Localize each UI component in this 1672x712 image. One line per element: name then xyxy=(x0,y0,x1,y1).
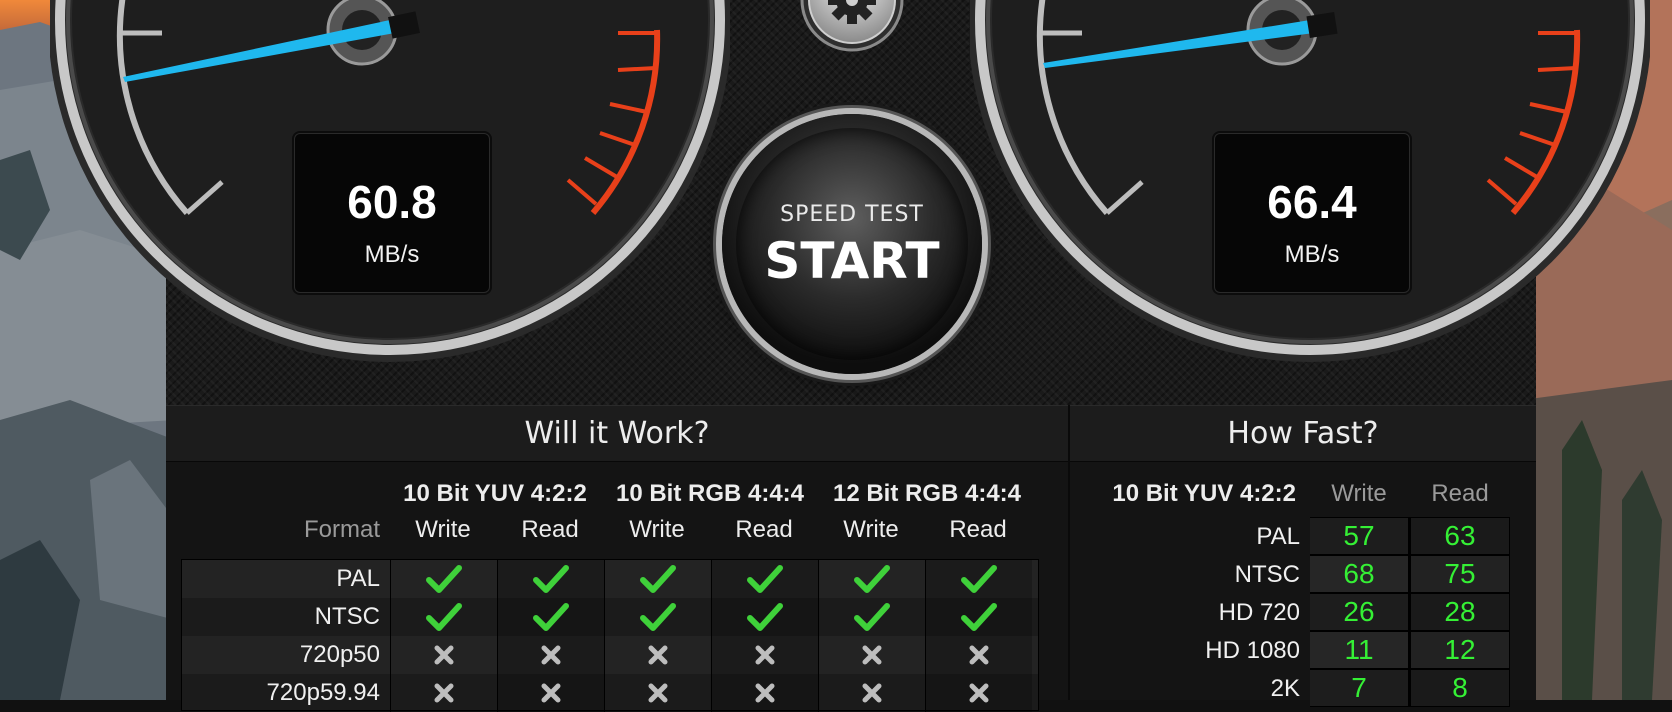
table-row: 720p50 xyxy=(182,636,1038,674)
how-fast-format-label: NTSC xyxy=(1234,561,1300,588)
check-icon xyxy=(604,560,711,598)
cross-icon xyxy=(925,636,1032,674)
column-header-write: Write xyxy=(629,516,685,543)
check-icon xyxy=(497,560,604,598)
how-fast-row: 11 12 xyxy=(1310,632,1510,670)
read-speed-unit: MB/s xyxy=(1284,241,1340,268)
will-it-work-table: PAL NTSC 720p50 720p59.94 xyxy=(181,559,1039,712)
cross-icon xyxy=(390,674,497,712)
cross-icon xyxy=(604,674,711,712)
table-row: NTSC xyxy=(182,598,1038,636)
column-header-write: Write xyxy=(415,516,471,543)
read-fps-value: 28 xyxy=(1411,594,1509,630)
speed-test-start-button[interactable]: SPEED TEST START xyxy=(722,114,982,374)
write-fps-value: 57 xyxy=(1310,518,1408,554)
read-speed-gauge: 66.4 MB/s xyxy=(970,0,1650,380)
group-header: 10 Bit YUV 4:2:2 xyxy=(403,480,587,507)
how-fast-row: 57 63 xyxy=(1310,518,1510,556)
format-column-header: Format xyxy=(303,516,380,543)
check-icon xyxy=(711,598,818,636)
format-label: 720p50 xyxy=(299,641,380,668)
read-fps-value: 12 xyxy=(1411,632,1509,668)
group-header: 12 Bit RGB 4:4:4 xyxy=(832,480,1022,507)
how-fast-format-label: PAL xyxy=(1256,523,1300,550)
cross-icon xyxy=(818,636,925,674)
cross-icon xyxy=(497,636,604,674)
read-fps-value: 8 xyxy=(1411,670,1509,706)
check-icon xyxy=(925,598,1032,636)
how-fast-row: 78 xyxy=(1310,670,1510,708)
start-button-subtitle: SPEED TEST xyxy=(780,202,924,227)
how-fast-codec: 10 Bit YUV 4:2:2 xyxy=(1112,480,1296,507)
table-row: PAL xyxy=(182,560,1038,598)
read-fps-value: 75 xyxy=(1411,556,1509,592)
cross-icon xyxy=(925,674,1032,712)
how-fast-header: How Fast? xyxy=(1070,405,1536,462)
check-icon xyxy=(497,598,604,636)
gear-icon xyxy=(800,0,904,52)
write-fps-value: 26 xyxy=(1310,594,1408,630)
how-fast-write-header: Write xyxy=(1331,480,1387,507)
how-fast-read-header: Read xyxy=(1431,480,1489,507)
how-fast-row: 68 75 xyxy=(1310,556,1510,594)
section-divider xyxy=(1068,405,1070,700)
cross-icon xyxy=(390,636,497,674)
column-header-read: Read xyxy=(521,516,579,543)
write-fps-value: 7 xyxy=(1310,670,1408,706)
format-label: NTSC xyxy=(314,603,380,630)
group-header: 10 Bit RGB 4:4:4 xyxy=(615,480,805,507)
check-icon xyxy=(818,598,925,636)
read-speed-readout: 66.4 MB/s xyxy=(1214,133,1410,293)
write-fps-value: 11 xyxy=(1310,632,1408,668)
settings-button[interactable] xyxy=(798,0,906,70)
format-label: 720p59.94 xyxy=(266,679,380,706)
cross-icon xyxy=(711,674,818,712)
read-speed-value: 66.4 xyxy=(1267,176,1357,228)
start-button-label: START xyxy=(764,232,940,290)
check-icon xyxy=(818,560,925,598)
cross-icon xyxy=(818,674,925,712)
how-fast-row: 26 28 xyxy=(1310,594,1510,632)
column-header-read: Read xyxy=(949,516,1007,543)
table-row: 720p59.94 xyxy=(182,674,1038,712)
write-speed-unit: MB/s xyxy=(364,241,420,268)
check-icon xyxy=(390,598,497,636)
check-icon xyxy=(711,560,818,598)
column-header-write: Write xyxy=(843,516,899,543)
check-icon xyxy=(925,560,1032,598)
format-label: PAL xyxy=(336,565,380,592)
read-fps-value: 63 xyxy=(1411,518,1509,554)
write-fps-value: 68 xyxy=(1310,556,1408,592)
how-fast-format-label: HD 1080 xyxy=(1205,637,1300,664)
write-speed-value: 60.8 xyxy=(347,176,437,228)
write-speed-gauge: 60.8 MB/s xyxy=(50,0,730,380)
how-fast-format-label: HD 720 xyxy=(1218,599,1300,626)
column-header-read: Read xyxy=(735,516,793,543)
how-fast-format-label: 2K xyxy=(1270,675,1300,702)
check-icon xyxy=(604,598,711,636)
will-it-work-header: Will it Work? xyxy=(166,405,1068,462)
cross-icon xyxy=(604,636,711,674)
cross-icon xyxy=(497,674,604,712)
write-speed-readout: 60.8 MB/s xyxy=(294,133,490,293)
cross-icon xyxy=(711,636,818,674)
check-icon xyxy=(390,560,497,598)
how-fast-table: 57 63 68 75 26 28 11 12 7 8 xyxy=(1310,517,1510,707)
